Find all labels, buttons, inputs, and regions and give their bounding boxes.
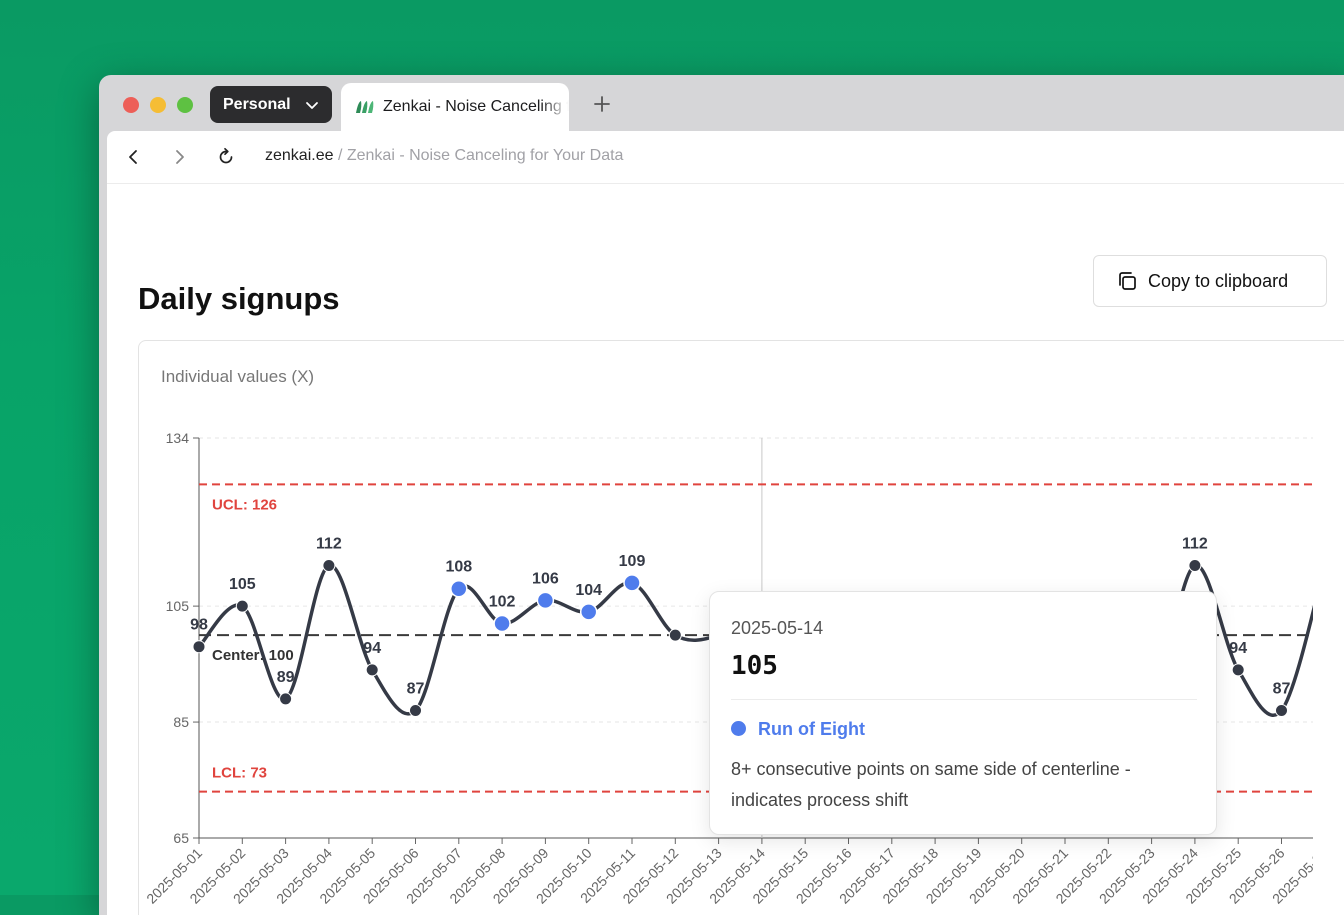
tooltip-rule-name: Run of Eight (758, 719, 865, 739)
lcl-label: LCL: 73 (212, 765, 267, 782)
data-point (536, 591, 555, 610)
data-label: 105 (229, 576, 256, 593)
data-label: 87 (1273, 680, 1291, 697)
data-label: 94 (1229, 640, 1247, 657)
tooltip-date: 2025-05-14 (731, 618, 824, 638)
y-tick-label: 65 (173, 830, 189, 846)
chart-card: Individual values (X) 65 85 105 134 UCL: 126… (138, 340, 1344, 915)
data-label: 104 (575, 582, 602, 599)
chart-tooltip: 2025-05-14 105 Run of Eight 8+ consecuti… (709, 591, 1217, 835)
y-tick-label: 85 (173, 714, 189, 730)
tooltip-divider (731, 699, 1197, 700)
data-label: 94 (363, 640, 381, 657)
data-label: 112 (316, 536, 342, 553)
y-tick-label: 105 (166, 598, 190, 614)
data-point (450, 579, 468, 598)
data-point (668, 628, 682, 642)
data-label: 108 (445, 559, 472, 576)
data-label: 112 (1182, 536, 1208, 553)
data-point (409, 703, 422, 717)
data-point (235, 599, 249, 613)
data-label: 106 (532, 570, 559, 587)
data-point (1231, 663, 1245, 677)
data-label: 109 (619, 553, 646, 570)
data-point (365, 663, 379, 677)
ucl-label: UCL: 126 (212, 496, 277, 513)
browser-window: Personal Zenkai - Noise Canceling for Yo… (99, 75, 1344, 915)
page-content: zenkai.ee / Zenkai - Noise Canceling for… (107, 131, 1344, 915)
data-label: 89 (277, 669, 295, 686)
data-point (493, 614, 511, 633)
data-point (192, 640, 206, 654)
tooltip-rule-description: 8+ consecutive points on same side of ce… (731, 759, 1131, 810)
data-label: 102 (489, 594, 516, 611)
data-point (623, 574, 641, 592)
data-label: 98 (190, 617, 208, 634)
center-label: Center: 100 (212, 647, 294, 664)
rule-indicator-dot (731, 721, 746, 736)
data-label: 87 (407, 680, 425, 697)
y-tick-label: 134 (166, 430, 190, 446)
data-point (579, 603, 598, 621)
data-point (1188, 559, 1202, 573)
tooltip-value: 105 (731, 651, 778, 681)
data-point (322, 559, 336, 573)
data-point (1275, 703, 1288, 717)
data-point (279, 692, 293, 706)
